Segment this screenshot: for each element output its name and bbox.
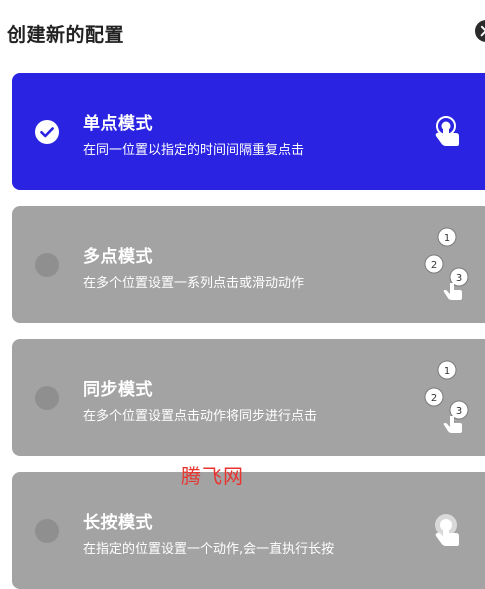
mode-description: 在指定的位置设置一个动作,会一直执行长按 xyxy=(83,542,335,557)
badge-1: 1 xyxy=(444,366,450,377)
watermark: 腾飞网 xyxy=(181,464,244,488)
radio-unselected-icon[interactable] xyxy=(35,519,59,543)
selected-check-icon[interactable] xyxy=(35,120,59,144)
mode-title: 长按模式 xyxy=(83,513,153,533)
badge-2: 2 xyxy=(431,260,437,271)
mode-title: 多点模式 xyxy=(83,247,153,267)
mode-title: 单点模式 xyxy=(83,114,153,134)
mode-card-single[interactable]: 单点模式 在同一位置以指定的时间间隔重复点击 xyxy=(12,73,485,190)
badge-2: 2 xyxy=(431,393,437,404)
multi-tap-icon: 1 2 3 xyxy=(424,227,469,300)
radio-unselected-icon[interactable] xyxy=(35,386,59,410)
long-press-icon xyxy=(435,514,459,546)
radio-unselected-icon[interactable] xyxy=(35,253,59,277)
mode-description: 在多个位置设置点击动作将同步进行点击 xyxy=(83,409,318,424)
mode-description: 在多个位置设置一系列点击或滑动动作 xyxy=(83,276,305,291)
mode-card-sync[interactable]: 同步模式 在多个位置设置点击动作将同步进行点击 1 2 3 xyxy=(12,339,485,456)
badge-3: 3 xyxy=(456,406,462,417)
close-icon[interactable] xyxy=(475,20,485,42)
mode-title: 同步模式 xyxy=(83,380,153,400)
mode-card-multi[interactable]: 多点模式 在多个位置设置一系列点击或滑动动作 1 2 3 xyxy=(12,206,485,323)
sync-tap-icon: 1 2 3 xyxy=(424,360,469,433)
single-tap-icon xyxy=(435,116,459,146)
mode-description: 在同一位置以指定的时间间隔重复点击 xyxy=(83,143,305,158)
badge-1: 1 xyxy=(444,233,450,244)
badge-3: 3 xyxy=(456,273,462,284)
dialog-title: 创建新的配置 xyxy=(7,24,125,46)
mode-card-long-press[interactable]: 长按模式 在指定的位置设置一个动作,会一直执行长按 xyxy=(12,472,485,589)
